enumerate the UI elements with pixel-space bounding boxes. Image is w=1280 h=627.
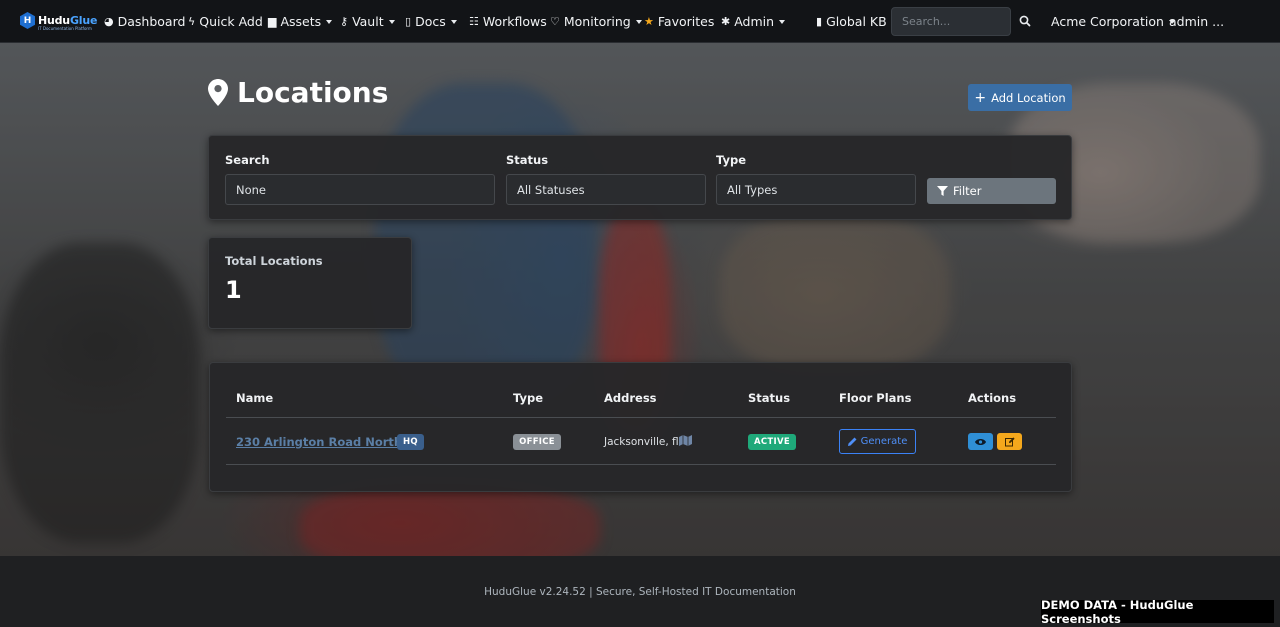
total-locations-label: Total Locations [225,254,323,268]
filter-icon [937,186,948,196]
search-filter-input[interactable]: None [225,174,495,205]
location-name-link[interactable]: 230 Arlington Road North [236,435,402,449]
column-header-name: Name [236,391,274,405]
plus-icon: + [974,89,987,106]
type-filter-label: Type [716,153,747,167]
column-header-status: Status [748,391,791,405]
filter-card: Search None Status All Statuses Type All… [208,135,1072,220]
generate-floor-plan-button[interactable]: Generate [839,429,916,454]
type-badge: OFFICE [513,434,561,450]
map-icon[interactable] [679,435,692,446]
total-locations-card: Total Locations 1 [208,237,412,329]
view-location-button[interactable] [968,433,993,450]
footer-version-text: HuduGlue v2.24.52 | Secure, Self-Hosted … [484,586,796,598]
pencil-icon [847,437,857,446]
hq-badge: HQ [397,434,424,450]
page-title: Locations [208,74,388,110]
main-content: Locations + Add Location Search None Stat… [0,0,1280,627]
map-marker-icon [208,78,228,106]
address-text: Jacksonville, fl [604,436,679,448]
locations-table-card: Name Type Address Status Floor Plans Act… [209,362,1072,492]
type-filter-select[interactable]: All Types [716,174,916,205]
edit-icon [1004,436,1015,446]
search-filter-label: Search [225,153,270,167]
column-header-type: Type [513,391,544,405]
edit-location-button[interactable] [997,433,1022,450]
total-locations-value: 1 [225,276,242,304]
demo-data-tag: DEMO DATA - HuduGlue Screenshots [1041,598,1274,626]
status-filter-label: Status [506,153,549,167]
status-filter-select[interactable]: All Statuses [506,174,706,205]
table-header-divider [226,417,1056,418]
filter-button[interactable]: Filter [927,178,1056,204]
status-badge: ACTIVE [748,434,796,450]
table-row-divider [226,464,1056,465]
eye-icon [975,438,986,445]
column-header-address: Address [604,391,657,405]
column-header-actions: Actions [968,391,1017,405]
column-header-floor-plans: Floor Plans [839,391,912,405]
add-location-button[interactable]: + Add Location [968,84,1072,111]
